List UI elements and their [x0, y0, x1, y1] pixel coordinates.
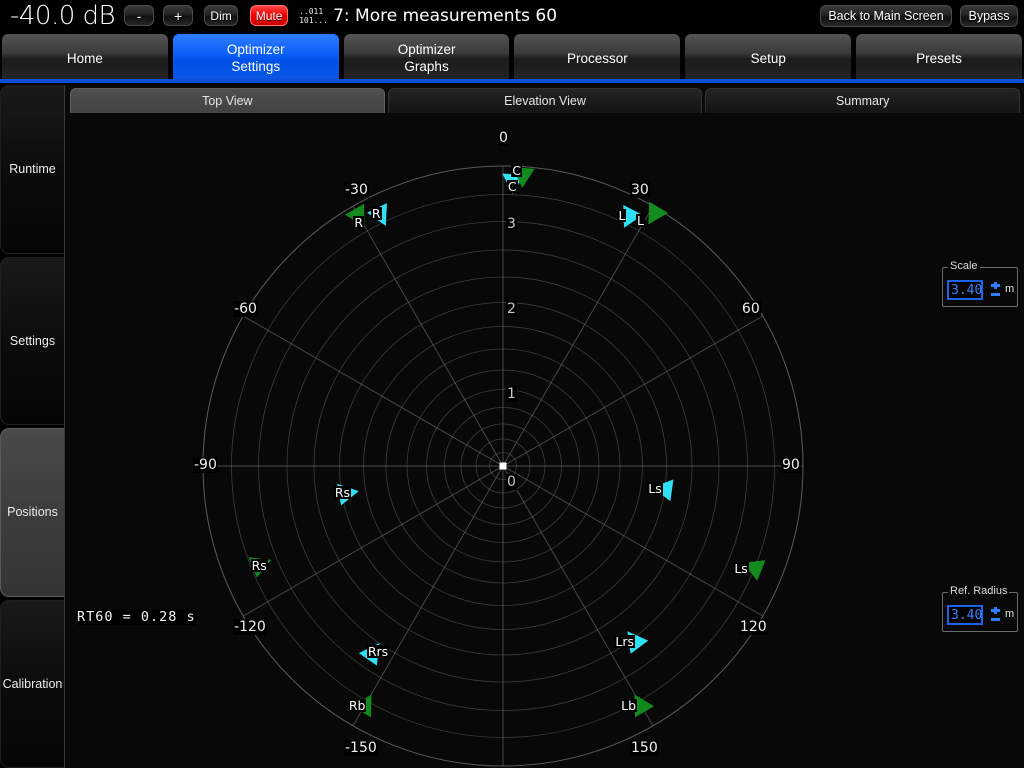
sub-tab-top-view[interactable]: Top View	[70, 88, 385, 113]
back-to-main-screen-button[interactable]: Back to Main Screen	[820, 5, 952, 27]
main-tab-home[interactable]: Home	[1, 33, 169, 83]
speaker-label-target-lrs: Lrs	[614, 635, 635, 648]
sidebar-item-runtime[interactable]: Runtime	[0, 85, 64, 254]
main-tab-label-line2: Settings	[231, 58, 280, 75]
main-tab-label-line1: Setup	[751, 50, 786, 67]
radial-tick-label-0: 0	[506, 474, 517, 490]
speaker-label-measured-lb: Lb	[620, 699, 637, 712]
ref-radius-unit: m	[1005, 608, 1014, 620]
angle-tick-label-neg30: -30	[344, 182, 369, 198]
sidebar-item-label: Settings	[10, 334, 55, 348]
scale-unit: m	[1005, 283, 1014, 295]
digital-signal-line1: ..011	[299, 7, 329, 16]
main-tab-presets[interactable]: Presets	[855, 33, 1023, 83]
scale-input[interactable]: 3.40	[947, 280, 983, 300]
digital-signal-line2: 101...	[299, 16, 329, 25]
main-tab-label-line1: Presets	[916, 50, 962, 67]
top-view-polar-plot: RT60 = 0.28 s 0306090120150180-150-120-9…	[65, 113, 1024, 768]
speaker-label-target-rs: Rs	[334, 486, 351, 499]
ref-radius-label: Ref. Radius	[948, 585, 1009, 597]
speaker-label-target-c: C	[507, 180, 518, 193]
dim-button[interactable]: Dim	[204, 5, 238, 26]
sidebar-item-calibration[interactable]: Calibration	[0, 600, 64, 768]
ref-radius-control: Ref. Radius 3.40 m	[942, 592, 1018, 632]
volume-decrease-button[interactable]: -	[124, 5, 154, 26]
angle-tick-label-neg90: -90	[193, 457, 218, 473]
mute-button[interactable]: Mute	[250, 5, 288, 26]
speaker-label-measured-ls: Ls	[733, 562, 748, 575]
speaker-label-measured-c: C	[511, 164, 522, 177]
main-tab-bar: HomeOptimizerSettingsOptimizerGraphsProc…	[0, 31, 1024, 83]
speaker-label-measured-l: L	[636, 214, 645, 227]
volume-increase-button[interactable]: +	[163, 5, 193, 26]
sub-tab-label: Summary	[836, 94, 889, 108]
main-tab-label-line1: Processor	[567, 50, 628, 67]
sidebar: Runtime Settings Positions Calibration	[0, 85, 64, 768]
sub-tab-summary[interactable]: Summary	[705, 88, 1020, 113]
top-bar-right-group: Back to Main Screen Bypass	[820, 5, 1024, 27]
sidebar-item-settings[interactable]: Settings	[0, 257, 64, 426]
sub-tab-label: Top View	[202, 94, 253, 108]
main-tab-setup[interactable]: Setup	[684, 33, 852, 83]
speaker-label-target-l: L	[617, 209, 626, 222]
main-tab-optimizer-graphs[interactable]: OptimizerGraphs	[343, 33, 511, 83]
scale-label: Scale	[948, 260, 980, 272]
main-tab-label-line1: Optimizer	[227, 41, 285, 58]
angle-tick-label-90: 90	[781, 457, 801, 473]
polar-grid	[65, 113, 1024, 768]
rt60-annotation: RT60 = 0.28 s	[77, 609, 196, 625]
main-tab-label-line1: Optimizer	[398, 41, 456, 58]
angle-tick-label-neg150: -150	[344, 740, 378, 756]
sidebar-item-label: Positions	[7, 505, 58, 519]
angle-tick-label-150: 150	[630, 740, 659, 756]
sub-tab-bar: Top View Elevation View Summary	[70, 88, 1020, 113]
volume-readout: -40.0 dB	[10, 1, 115, 31]
main-tab-optimizer-settings[interactable]: OptimizerSettings	[172, 33, 340, 83]
sidebar-item-label: Runtime	[9, 162, 56, 176]
main-tab-label-line2: Graphs	[404, 58, 448, 75]
preset-title: 7: More measurements 60	[333, 6, 557, 26]
angle-tick-label-neg120: -120	[233, 619, 267, 635]
sidebar-item-label: Calibration	[3, 677, 63, 691]
sub-tab-elevation-view[interactable]: Elevation View	[388, 88, 703, 113]
speaker-label-measured-rs: Rs	[251, 559, 268, 572]
digital-signal-icon: ..011 101...	[299, 7, 329, 25]
main-tab-underline	[0, 79, 1024, 83]
angle-tick-label-neg60: -60	[233, 301, 258, 317]
ref-radius-input[interactable]: 3.40	[947, 605, 983, 625]
sub-tab-label: Elevation View	[504, 94, 586, 108]
speaker-label-target-ls: Ls	[647, 482, 662, 495]
ref-radius-stepper[interactable]	[989, 605, 1001, 625]
angle-tick-label-0: 0	[498, 130, 509, 146]
angle-tick-label-60: 60	[741, 301, 761, 317]
bypass-button[interactable]: Bypass	[960, 5, 1018, 27]
radial-tick-label-1: 1	[506, 386, 517, 402]
radial-tick-label-3: 3	[506, 216, 517, 232]
sidebar-item-positions[interactable]: Positions	[0, 428, 64, 597]
scale-stepper[interactable]	[989, 280, 1001, 300]
angle-tick-label-120: 120	[739, 619, 768, 635]
main-tab-label-line1: Home	[67, 50, 103, 67]
scale-control: Scale 3.40 m	[942, 267, 1018, 307]
speaker-label-measured-rb: Rb	[348, 699, 367, 712]
radial-tick-label-2: 2	[506, 301, 517, 317]
speaker-label-target-r: R	[371, 207, 382, 220]
content-area: Top View Elevation View Summary RT60 = 0.2…	[64, 85, 1024, 768]
speaker-label-measured-r: R	[353, 216, 364, 229]
top-bar: -40.0 dB - + Dim Mute ..011 101... 7: Mo…	[0, 0, 1024, 31]
speaker-label-target-rrs: Rrs	[367, 645, 389, 658]
angle-tick-label-30: 30	[630, 182, 650, 198]
main-tab-processor[interactable]: Processor	[513, 33, 681, 83]
